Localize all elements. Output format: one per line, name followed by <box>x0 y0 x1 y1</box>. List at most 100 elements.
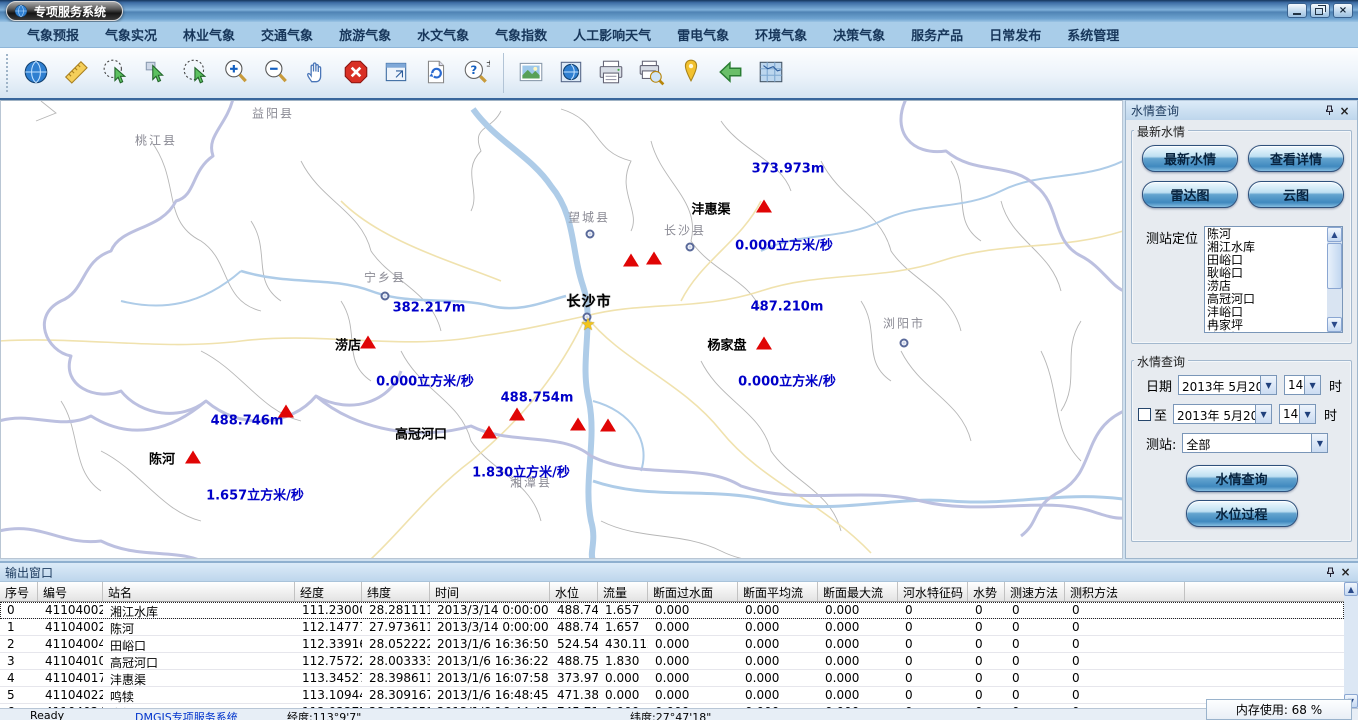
station-marker-icon[interactable] <box>600 419 616 432</box>
pin-icon[interactable] <box>1322 104 1337 118</box>
table-row[interactable]: 241104004田峪口112.33916728.0522222013/1/6 … <box>0 636 1344 653</box>
menu-item[interactable]: 气象预报 <box>14 25 92 44</box>
listbox-scrollbar[interactable]: ▲ ▼ <box>1327 227 1342 332</box>
menu-item[interactable]: 旅游气象 <box>326 25 404 44</box>
station-marker-icon[interactable] <box>360 336 376 349</box>
toolbar-button[interactable] <box>551 52 591 94</box>
toolbar-separator <box>503 53 504 93</box>
column-header[interactable]: 经度 <box>295 582 362 601</box>
radar-chart-button[interactable]: 雷达图 <box>1142 181 1238 208</box>
date-from-select[interactable]: 2013年 5月20日 ▼ <box>1178 375 1277 395</box>
station-marker-icon[interactable] <box>509 408 525 421</box>
menu-item[interactable]: 林业气象 <box>170 25 248 44</box>
station-select[interactable]: 全部 ▼ <box>1182 433 1328 453</box>
column-header[interactable]: 断面平均流 <box>738 582 818 601</box>
chevron-down-icon[interactable]: ▼ <box>1255 405 1271 423</box>
latest-water-button[interactable]: 最新水情 <box>1142 145 1238 172</box>
station-marker-icon[interactable] <box>623 254 639 267</box>
toolbar-button[interactable] <box>711 52 751 94</box>
station-listbox[interactable]: 陈河湘江水库田峪口耿峪口涝店高冠河口沣峪口冉家坪沣惠渠 ▲ ▼ <box>1204 226 1343 333</box>
water-level-process-button[interactable]: 水位过程 <box>1186 500 1298 527</box>
menu-item[interactable]: 气象指数 <box>482 25 560 44</box>
column-header[interactable]: 断面过水面 <box>648 582 738 601</box>
toolbar-button[interactable] <box>56 52 96 94</box>
column-header[interactable]: 站名 <box>103 582 295 601</box>
toolbar-button[interactable] <box>511 52 551 94</box>
close-button[interactable]: × <box>1333 3 1353 18</box>
station-marker-icon[interactable] <box>570 418 586 431</box>
date-to-select[interactable]: 2013年 5月20日 ▼ <box>1173 404 1272 424</box>
column-header[interactable]: 纬度 <box>362 582 430 601</box>
column-header[interactable]: 断面最大流 <box>818 582 898 601</box>
scroll-down-icon[interactable]: ▼ <box>1327 317 1342 332</box>
scroll-up-icon[interactable]: ▲ <box>1344 582 1358 596</box>
column-header[interactable]: 测速方法 <box>1005 582 1065 601</box>
scrollbar-thumb[interactable] <box>1327 243 1342 289</box>
table-row[interactable]: 341104010高冠河口112.75722228.0033332013/1/6… <box>0 653 1344 670</box>
map-canvas[interactable] <box>1 101 1123 559</box>
chevron-down-icon[interactable]: ▼ <box>1304 376 1320 394</box>
pin-icon[interactable] <box>1323 565 1338 579</box>
column-header[interactable]: 序号 <box>0 582 38 601</box>
cloud-image-button[interactable]: 云图 <box>1248 181 1344 208</box>
to-date-checkbox[interactable] <box>1138 408 1151 421</box>
menu-item[interactable]: 人工影响天气 <box>560 25 664 44</box>
close-panel-icon[interactable]: × <box>1337 104 1352 118</box>
toolbar-button[interactable] <box>631 52 671 94</box>
chevron-down-icon[interactable]: ▼ <box>1311 434 1327 452</box>
hour-to-select[interactable]: 14 ▼ <box>1279 404 1316 424</box>
scroll-up-icon[interactable]: ▲ <box>1327 227 1342 242</box>
column-header[interactable]: 编号 <box>38 582 103 601</box>
toolbar-button[interactable] <box>591 52 631 94</box>
menu-item[interactable]: 水文气象 <box>404 25 482 44</box>
toolbar-button[interactable] <box>376 52 416 94</box>
toolbar-button[interactable] <box>336 52 376 94</box>
menu-item[interactable]: 系统管理 <box>1054 25 1132 44</box>
table-row[interactable]: 041104002湘江水库111.23000028.2811112013/3/1… <box>0 602 1344 619</box>
close-panel-icon[interactable]: × <box>1338 565 1353 579</box>
column-header[interactable]: 水位 <box>550 582 598 601</box>
toolbar-button[interactable] <box>671 52 711 94</box>
water-query-button[interactable]: 水情查询 <box>1186 465 1298 492</box>
column-header[interactable]: 时间 <box>430 582 550 601</box>
toolbar-button[interactable] <box>216 52 256 94</box>
column-header[interactable]: 河水特征码 <box>898 582 968 601</box>
station-marker-icon[interactable] <box>481 426 497 439</box>
column-header[interactable]: 测积方法 <box>1065 582 1185 601</box>
menu-item[interactable]: 日常发布 <box>976 25 1054 44</box>
toolbar-button[interactable]: ?± <box>456 52 496 94</box>
toolbar-button[interactable] <box>416 52 456 94</box>
toolbar-button[interactable] <box>176 52 216 94</box>
chevron-down-icon[interactable]: ▼ <box>1260 376 1276 394</box>
toolbar-button[interactable] <box>296 52 336 94</box>
toolbar-button[interactable] <box>136 52 176 94</box>
table-row[interactable]: 541104022鸣犊113.10944428.3091672013/1/6 1… <box>0 687 1344 704</box>
menu-item[interactable]: 决策气象 <box>820 25 898 44</box>
menu-item[interactable]: 气象实况 <box>92 25 170 44</box>
station-marker-icon[interactable] <box>756 200 772 213</box>
table-scrollbar[interactable]: ▲ ▼ <box>1344 582 1358 708</box>
menu-item[interactable]: 服务产品 <box>898 25 976 44</box>
toolbar-button[interactable] <box>256 52 296 94</box>
table-row[interactable]: 441104017沣惠渠113.34527828.3986112013/1/6 … <box>0 670 1344 687</box>
menu-item[interactable]: 雷电气象 <box>664 25 742 44</box>
restore-button[interactable] <box>1310 3 1330 18</box>
chevron-down-icon[interactable]: ▼ <box>1299 405 1315 423</box>
menu-item[interactable]: 环境气象 <box>742 25 820 44</box>
station-marker-icon[interactable] <box>756 337 772 350</box>
station-list-item[interactable]: 沣惠渠 <box>1207 332 1326 333</box>
station-marker-icon[interactable] <box>278 405 294 418</box>
column-header[interactable]: 流量 <box>598 582 648 601</box>
map-view[interactable]: 益阳县桃江县宁乡县望城县长沙县浏阳市湘潭县长沙市沣惠渠涝店杨家盘高冠河口陈河37… <box>0 100 1123 559</box>
station-marker-icon[interactable] <box>646 252 662 265</box>
view-details-button[interactable]: 查看详情 <box>1248 145 1344 172</box>
toolbar-button[interactable] <box>751 52 791 94</box>
toolbar-button[interactable] <box>96 52 136 94</box>
toolbar-button[interactable] <box>16 52 56 94</box>
station-marker-icon[interactable] <box>185 451 201 464</box>
column-header[interactable]: 水势 <box>968 582 1005 601</box>
hour-from-select[interactable]: 14 ▼ <box>1284 375 1321 395</box>
menu-item[interactable]: 交通气象 <box>248 25 326 44</box>
minimize-button[interactable] <box>1287 3 1307 18</box>
table-row[interactable]: 141104002陈河112.14777827.9736112013/3/14 … <box>0 619 1344 636</box>
